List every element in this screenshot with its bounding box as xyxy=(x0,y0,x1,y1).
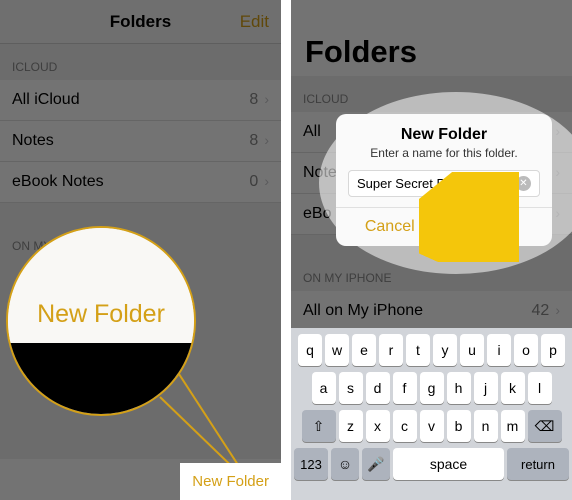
edit-button[interactable]: Edit xyxy=(240,12,269,32)
key[interactable]: r xyxy=(379,334,403,366)
section-header-icloud: ICLOUD xyxy=(291,76,572,112)
left-phone: Folders Edit ICLOUD All iCloud 8 › Notes … xyxy=(0,0,281,500)
input-value: Super Secret Picture xyxy=(357,176,514,191)
key[interactable]: e xyxy=(352,334,376,366)
key[interactable]: a xyxy=(312,372,336,404)
key[interactable]: g xyxy=(420,372,444,404)
key[interactable]: b xyxy=(447,410,471,442)
nav-header: Folders Edit xyxy=(0,0,281,44)
folder-name: Note xyxy=(303,164,337,182)
folder-name: All iCloud xyxy=(12,91,80,109)
chevron-right-icon: › xyxy=(264,132,269,148)
chevron-right-icon: › xyxy=(555,302,560,318)
chevron-right-icon: › xyxy=(555,123,560,139)
key[interactable]: w xyxy=(325,334,349,366)
shift-key[interactable]: ⇧ xyxy=(302,410,336,442)
key[interactable]: y xyxy=(433,334,457,366)
key[interactable]: k xyxy=(501,372,525,404)
key[interactable]: c xyxy=(393,410,417,442)
new-folder-button[interactable]: New Folder xyxy=(180,463,281,500)
folder-name-input[interactable]: Super Secret Picture ✕ xyxy=(348,170,540,197)
emoji-key[interactable]: ☺ xyxy=(331,448,359,480)
key[interactable]: x xyxy=(366,410,390,442)
folder-name: eBo xyxy=(303,205,331,223)
key[interactable]: f xyxy=(393,372,417,404)
chevron-right-icon: › xyxy=(264,173,269,189)
cancel-button[interactable]: Cancel xyxy=(336,208,445,246)
folder-count: 8 xyxy=(249,132,258,149)
section-header-phone: ON MY IPHONE xyxy=(291,255,572,291)
key[interactable]: q xyxy=(298,334,322,366)
new-folder-dialog: New Folder Enter a name for this folder.… xyxy=(336,114,552,246)
page-title: Folders xyxy=(305,34,417,70)
keyboard-row: 123 ☺ 🎤 space return xyxy=(294,448,569,480)
key[interactable]: l xyxy=(528,372,552,404)
section-header-icloud: ICLOUD xyxy=(0,44,281,80)
key[interactable]: j xyxy=(474,372,498,404)
list-item[interactable]: All iCloud 8 › xyxy=(0,80,281,121)
dialog-subtitle: Enter a name for this folder. xyxy=(336,146,552,170)
keyboard-row: q w e r t y u i o p xyxy=(294,334,569,366)
key[interactable]: t xyxy=(406,334,430,366)
dialog-title: New Folder xyxy=(336,114,552,146)
save-button[interactable]: Save xyxy=(445,208,553,246)
folder-name: All xyxy=(303,123,321,141)
key[interactable]: d xyxy=(366,372,390,404)
chevron-right-icon: › xyxy=(555,164,560,180)
list-item[interactable]: Notes 8 › xyxy=(0,121,281,162)
mic-key[interactable]: 🎤 xyxy=(362,448,390,480)
magnified-new-folder-label: New Folder xyxy=(37,300,165,329)
key[interactable]: i xyxy=(487,334,511,366)
folder-count: 8 xyxy=(249,91,258,108)
space-key[interactable]: space xyxy=(393,448,504,480)
folder-count: 0 xyxy=(249,173,258,190)
key[interactable]: n xyxy=(474,410,498,442)
key[interactable]: u xyxy=(460,334,484,366)
key[interactable]: z xyxy=(339,410,363,442)
folder-name: eBook Notes xyxy=(12,173,104,191)
chevron-right-icon: › xyxy=(555,205,560,221)
keyboard-row: ⇧ z x c v b n m ⌫ xyxy=(294,410,569,442)
chevron-right-icon: › xyxy=(264,91,269,107)
key[interactable]: s xyxy=(339,372,363,404)
backspace-key[interactable]: ⌫ xyxy=(528,410,562,442)
nav-title: Folders xyxy=(110,12,171,32)
keyboard-row: a s d f g h j k l xyxy=(294,372,569,404)
key[interactable]: h xyxy=(447,372,471,404)
list-item[interactable]: All on My iPhone 42 › xyxy=(291,291,572,332)
key[interactable]: m xyxy=(501,410,525,442)
magnifier-callout: New Folder xyxy=(6,226,196,416)
list-item[interactable]: eBook Notes 0 › xyxy=(0,162,281,203)
return-key[interactable]: return xyxy=(507,448,569,480)
key[interactable]: o xyxy=(514,334,538,366)
key[interactable]: p xyxy=(541,334,565,366)
folder-count: 42 xyxy=(532,302,550,319)
folder-name: All on My iPhone xyxy=(303,302,423,320)
numbers-key[interactable]: 123 xyxy=(294,448,328,480)
folder-name: Notes xyxy=(12,132,54,150)
key[interactable]: v xyxy=(420,410,444,442)
right-phone: Folders ICLOUD All 8› Note 8› eBo 0› ON … xyxy=(291,0,572,500)
keyboard: q w e r t y u i o p a s d f g h j k l xyxy=(291,328,572,500)
clear-input-icon[interactable]: ✕ xyxy=(516,176,531,191)
